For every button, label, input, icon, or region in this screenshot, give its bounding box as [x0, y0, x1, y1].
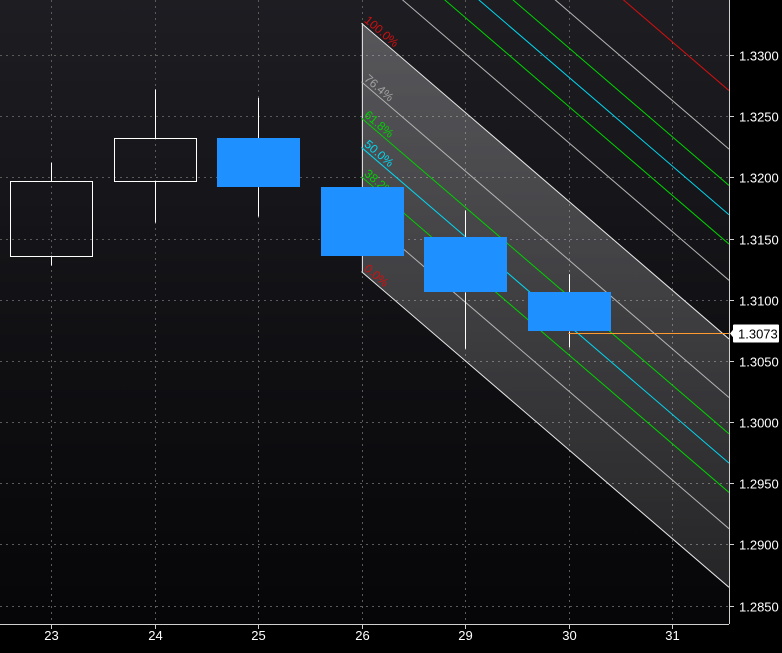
x-tick-label: 30 — [562, 628, 576, 643]
x-tick-label: 23 — [44, 628, 58, 643]
candlestick-chart: 0.0%23.6%38.2%50.0%61.8%76.4%100.0%123.6… — [0, 0, 782, 648]
y-tick-label: 1.3000 — [739, 416, 779, 431]
candle-body — [424, 237, 507, 292]
y-tick-label: 1.3050 — [739, 355, 779, 370]
x-tick-label: 24 — [148, 628, 162, 643]
x-tick-label: 25 — [251, 628, 265, 643]
last-price-label: 1.3073 — [738, 327, 778, 342]
candle-body — [321, 187, 404, 256]
x-tick-label: 26 — [355, 628, 369, 643]
y-tick-label: 1.3300 — [739, 49, 779, 64]
candle-body — [528, 292, 611, 331]
y-tick-label: 1.2950 — [739, 477, 779, 492]
candle-body — [217, 138, 300, 187]
y-tick-label: 1.3150 — [739, 233, 779, 248]
x-tick-label: 31 — [665, 628, 679, 643]
y-tick-label: 1.3100 — [739, 294, 779, 309]
y-tick-label: 1.3250 — [739, 110, 779, 125]
y-tick-label: 1.2850 — [739, 600, 779, 615]
y-tick-label: 1.3200 — [739, 171, 779, 186]
x-tick-label: 29 — [458, 628, 472, 643]
y-tick-label: 1.2900 — [739, 538, 779, 553]
chart-container: 0.0%23.6%38.2%50.0%61.8%76.4%100.0%123.6… — [0, 0, 782, 648]
